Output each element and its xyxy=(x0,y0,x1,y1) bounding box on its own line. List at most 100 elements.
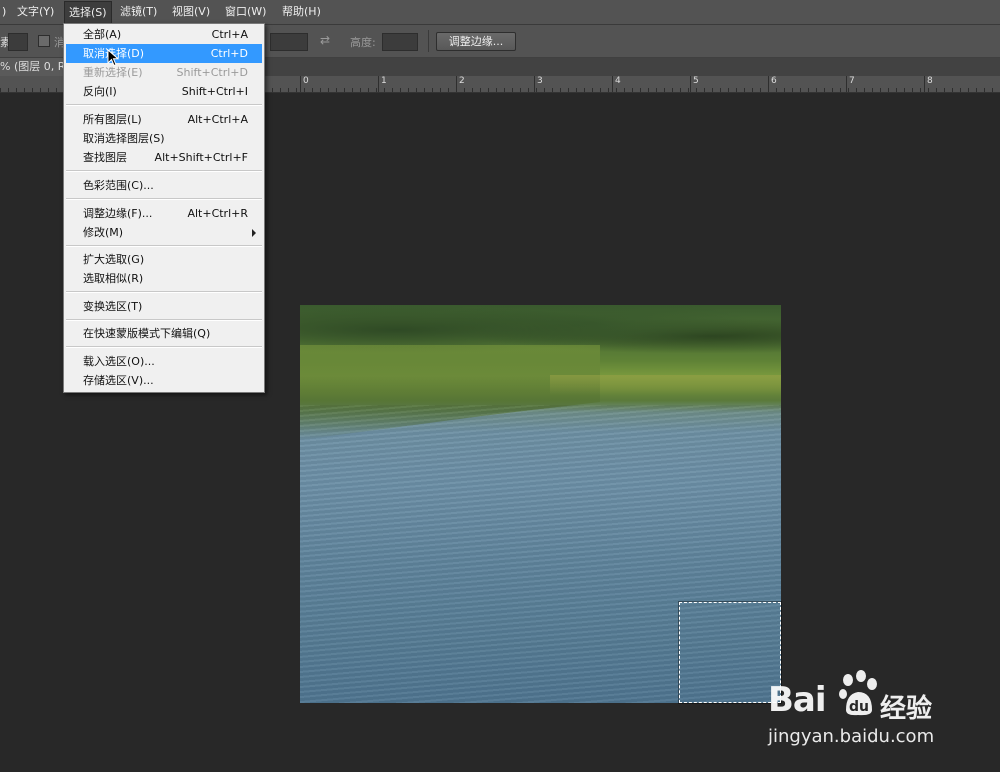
menu-separator xyxy=(66,346,262,348)
ruler-minor-tick xyxy=(520,88,521,92)
ruler-minor-tick xyxy=(384,88,385,92)
menu-inverse[interactable]: 反向(I) Shift+Ctrl+I xyxy=(66,82,262,101)
menu-similar[interactable]: 选取相似(R) xyxy=(66,269,262,288)
ruler-minor-tick xyxy=(760,88,761,92)
watermark-url: jingyan.baidu.com xyxy=(768,726,935,747)
menu-find-layers[interactable]: 查找图层 Alt+Shift+Ctrl+F xyxy=(66,148,262,167)
ruler-minor-tick xyxy=(784,88,785,92)
height-input[interactable] xyxy=(382,33,418,51)
ruler-minor-tick xyxy=(600,88,601,92)
ruler-minor-tick xyxy=(296,88,297,92)
menu-all-layers[interactable]: 所有图层(L) Alt+Ctrl+A xyxy=(66,110,262,129)
ruler-minor-tick xyxy=(608,88,609,92)
ruler-minor-tick xyxy=(704,88,705,92)
ruler-minor-tick xyxy=(432,88,433,92)
height-label: 高度: xyxy=(350,36,376,49)
ruler-minor-tick xyxy=(512,88,513,92)
ruler-minor-tick xyxy=(376,88,377,92)
submenu-arrow-icon xyxy=(252,229,256,237)
ruler-minor-tick xyxy=(336,88,337,92)
ruler-minor-tick xyxy=(648,88,649,92)
ruler-label: 3 xyxy=(537,76,543,86)
ruler-tick xyxy=(378,76,379,92)
ruler-minor-tick xyxy=(56,88,57,92)
ruler-minor-tick xyxy=(968,88,969,92)
ruler-minor-tick xyxy=(456,88,457,92)
ruler-tick xyxy=(690,76,691,92)
ruler-minor-tick xyxy=(488,88,489,92)
ruler-minor-tick xyxy=(640,88,641,92)
ruler-label: 5 xyxy=(693,76,699,86)
menu-separator xyxy=(66,291,262,293)
ruler-minor-tick xyxy=(576,88,577,92)
ruler-minor-tick xyxy=(912,88,913,92)
menu-deselect-layers[interactable]: 取消选择图层(S) xyxy=(66,129,262,148)
ruler-minor-tick xyxy=(360,88,361,92)
ruler-minor-tick xyxy=(720,88,721,92)
ruler-minor-tick xyxy=(928,88,929,92)
ruler-minor-tick xyxy=(8,88,9,92)
menu-select-all[interactable]: 全部(A) Ctrl+A xyxy=(66,25,262,44)
menu-item-text[interactable]: 文字(Y) xyxy=(17,0,54,24)
ruler-minor-tick xyxy=(904,88,905,92)
refine-edge-button[interactable]: 调整边缘... xyxy=(436,32,516,51)
menu-item-help[interactable]: 帮助(H) xyxy=(282,0,321,24)
ruler-minor-tick xyxy=(976,88,977,92)
menu-item-window[interactable]: 窗口(W) xyxy=(225,0,266,24)
ruler-minor-tick xyxy=(424,88,425,92)
ruler-minor-tick xyxy=(864,88,865,92)
menu-separator xyxy=(66,198,262,200)
ruler-tick xyxy=(612,76,613,92)
menu-save-selection[interactable]: 存储选区(V)... xyxy=(66,371,262,390)
menu-modify[interactable]: 修改(M) xyxy=(66,223,262,242)
menu-item-partial[interactable]: ) xyxy=(2,0,6,24)
ruler-minor-tick xyxy=(344,88,345,92)
menu-transform-selection[interactable]: 变换选区(T) xyxy=(66,297,262,316)
menu-grow[interactable]: 扩大选取(G) xyxy=(66,250,262,269)
ruler-minor-tick xyxy=(696,88,697,92)
swap-icon[interactable]: ⇄ xyxy=(320,33,330,47)
menu-separator xyxy=(66,319,262,321)
ruler-minor-tick xyxy=(528,88,529,92)
ruler-minor-tick xyxy=(856,88,857,92)
menu-item-filter[interactable]: 滤镜(T) xyxy=(120,0,157,24)
menu-load-selection[interactable]: 载入选区(O)... xyxy=(66,352,262,371)
marquee-selection[interactable] xyxy=(679,602,781,703)
ruler-minor-tick xyxy=(688,88,689,92)
menu-separator xyxy=(66,170,262,172)
ruler-tick xyxy=(534,76,535,92)
ruler-minor-tick xyxy=(672,88,673,92)
ruler-minor-tick xyxy=(848,88,849,92)
ruler-minor-tick xyxy=(896,88,897,92)
menu-quick-mask[interactable]: 在快速蒙版模式下编辑(Q) xyxy=(66,324,262,343)
ruler-tick xyxy=(846,76,847,92)
ruler-minor-tick xyxy=(664,88,665,92)
menu-item-select[interactable]: 选择(S) xyxy=(64,1,112,25)
menu-reselect[interactable]: 重新选择(E) Shift+Ctrl+D xyxy=(66,63,262,82)
ruler-minor-tick xyxy=(624,88,625,92)
ruler-minor-tick xyxy=(632,88,633,92)
menu-color-range[interactable]: 色彩范围(C)... xyxy=(66,176,262,195)
ruler-minor-tick xyxy=(752,88,753,92)
menu-deselect[interactable]: 取消选择(D) Ctrl+D xyxy=(66,44,262,63)
anti-alias-checkbox[interactable] xyxy=(38,35,50,47)
menu-item-view[interactable]: 视图(V) xyxy=(172,0,210,24)
ruler-minor-tick xyxy=(280,88,281,92)
ruler-label: 6 xyxy=(771,76,777,86)
ruler-minor-tick xyxy=(768,88,769,92)
ruler-minor-tick xyxy=(440,88,441,92)
feather-input[interactable] xyxy=(8,33,28,51)
menu-refine-edge[interactable]: 调整边缘(F)... Alt+Ctrl+R xyxy=(66,204,262,223)
document-tab[interactable]: % (图层 0, R xyxy=(0,58,70,76)
ruler-minor-tick xyxy=(728,88,729,92)
select-menu-dropdown: 全部(A) Ctrl+A 取消选择(D) Ctrl+D 重新选择(E) Shif… xyxy=(63,23,265,393)
ruler-minor-tick xyxy=(680,88,681,92)
ruler-minor-tick xyxy=(392,88,393,92)
ruler-minor-tick xyxy=(312,88,313,92)
ruler-label: 4 xyxy=(615,76,621,86)
svg-text:du: du xyxy=(849,699,869,715)
width-input[interactable] xyxy=(270,33,308,51)
mouse-pointer-icon xyxy=(107,49,120,67)
ruler-minor-tick xyxy=(504,88,505,92)
ruler-minor-tick xyxy=(320,88,321,92)
